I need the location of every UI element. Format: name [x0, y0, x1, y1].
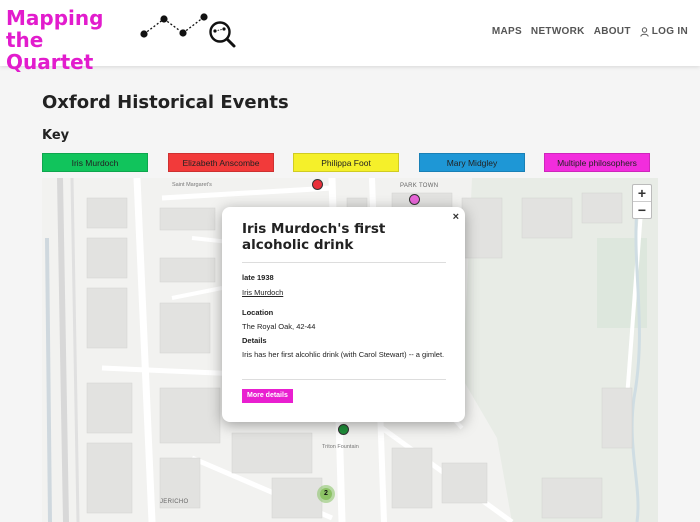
nav-about[interactable]: ABOUT [594, 26, 631, 37]
legend: Iris Murdoch Elizabeth Anscombe Philippa… [42, 153, 654, 173]
map-label-jericho: JERICHO [160, 499, 189, 505]
legend-item-elizabeth-anscombe[interactable]: Elizabeth Anscombe [168, 153, 274, 172]
legend-item-mary-midgley[interactable]: Mary Midgley [419, 153, 525, 172]
map-label-triton-fountain: Triton Fountain [322, 444, 359, 450]
site-header: Mapping the Quartet MAPS NETWORK ABOUT L… [0, 0, 700, 73]
map-cluster[interactable]: 2 [317, 485, 335, 503]
main-nav: MAPS NETWORK ABOUT LOG IN [492, 26, 688, 37]
page-title: Oxford Historical Events [42, 92, 289, 113]
map-marker-iris-murdoch-selected[interactable] [338, 424, 349, 435]
logo-line-1: Mapping [6, 6, 104, 30]
nav-login[interactable]: LOG IN [640, 26, 688, 37]
zoom-in-button[interactable]: + [633, 185, 651, 201]
event-popup: × Iris Murdoch's first alcoholic drink l… [222, 207, 465, 422]
popup-location-label: Location [242, 308, 274, 317]
map-marker-multiple[interactable] [409, 194, 420, 205]
popup-title: Iris Murdoch's first alcoholic drink [242, 221, 386, 253]
popup-divider [242, 262, 446, 263]
popup-location: The Royal Oak, 42-44 [242, 322, 316, 331]
zoom-out-button[interactable]: − [633, 201, 651, 218]
zoom-control: + − [632, 184, 652, 219]
key-heading: Key [42, 128, 70, 143]
site-logo[interactable]: Mapping the Quartet [6, 7, 136, 73]
popup-details-label: Details [242, 336, 267, 345]
map-marker-anscombe[interactable] [312, 179, 323, 190]
legend-item-philippa-foot[interactable]: Philippa Foot [293, 153, 399, 172]
close-icon[interactable]: × [453, 211, 459, 223]
legend-item-iris-murdoch[interactable]: Iris Murdoch [42, 153, 148, 172]
nav-network[interactable]: NETWORK [531, 26, 585, 37]
legend-item-multiple-philosophers[interactable]: Multiple philosophers [544, 153, 650, 172]
cluster-count: 2 [320, 488, 332, 500]
nav-login-label: LOG IN [651, 26, 688, 37]
nav-maps[interactable]: MAPS [492, 26, 522, 37]
popup-divider-2 [242, 379, 446, 380]
popup-person-link[interactable]: Iris Murdoch [242, 288, 283, 297]
map-label-st-margarets: Saint Margaret's [172, 182, 212, 188]
logo-network-magnifier-icon [140, 13, 236, 48]
popup-date: late 1938 [242, 273, 274, 282]
more-details-button[interactable]: More details [242, 389, 293, 403]
user-icon [640, 26, 649, 37]
map-label-park-town: PARK TOWN [400, 183, 439, 189]
logo-line-2: the Quartet [6, 28, 94, 74]
popup-details: Iris has her first alcohlic drink (with … [242, 350, 445, 359]
